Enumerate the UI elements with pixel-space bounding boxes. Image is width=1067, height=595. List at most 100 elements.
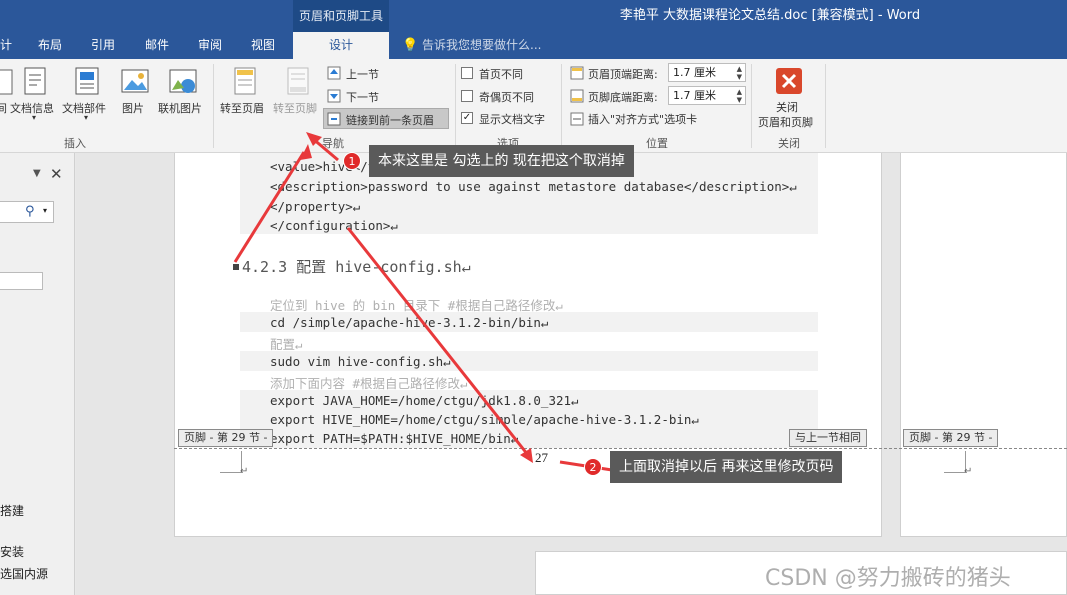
doc-line: sudo vim hive-config.sh↵ bbox=[270, 354, 451, 369]
spin-down-icon[interactable]: ▼ bbox=[737, 96, 742, 104]
search-icon: ⚲ bbox=[25, 204, 35, 219]
same-as-previous-tag: 与上一节相同 bbox=[789, 429, 867, 447]
date-time-icon[interactable] bbox=[0, 67, 16, 97]
alignment-tab-icon bbox=[570, 112, 584, 126]
link-icon bbox=[327, 112, 341, 126]
insert-group-label: 插入 bbox=[64, 137, 86, 150]
pane-dropdown-icon[interactable]: ▼ bbox=[33, 168, 41, 179]
close-button-line2[interactable]: 页眉和页脚 bbox=[758, 114, 813, 130]
group-separator bbox=[455, 64, 456, 148]
go-to-header-label: 转至页眉 bbox=[220, 102, 264, 115]
doc-line: cd /simple/apache-hive-3.1.2-bin/bin↵ bbox=[270, 315, 549, 330]
spin-up-icon[interactable]: ▲ bbox=[737, 88, 742, 96]
link-to-previous-label: 链接到前一条页眉 bbox=[346, 114, 434, 127]
doc-line: 配置↵ bbox=[270, 337, 303, 352]
show-document-text-label: 显示文档文字 bbox=[479, 113, 545, 126]
footer-boundary bbox=[174, 448, 1067, 449]
pane-result-box[interactable] bbox=[0, 272, 43, 290]
callout2-badge: 2 bbox=[584, 458, 602, 476]
margin-corner-mark bbox=[944, 451, 966, 473]
doc-line: export PATH=$PATH:$HIVE_HOME/bin↵ bbox=[270, 431, 519, 446]
callout1: 本来这里是 勾选上的 现在把这个取消掉 bbox=[369, 145, 634, 177]
doc-line: 添加下面内容 #根据自己路径修改↵ bbox=[270, 376, 468, 391]
code-line-text: <description>password to use against met… bbox=[270, 179, 797, 194]
tab-header-footer-design[interactable]: 设计 bbox=[293, 32, 389, 59]
navigation-group-label: 导航 bbox=[322, 137, 344, 150]
margin-corner-mark bbox=[220, 451, 242, 473]
spin-up-icon[interactable]: ▲ bbox=[737, 65, 742, 73]
close-button-line1[interactable]: 关闭 bbox=[776, 99, 798, 115]
group-separator bbox=[751, 64, 752, 148]
header-from-top-value: 1.7 厘米 bbox=[673, 66, 716, 79]
doc-line: export JAVA_HOME=/home/ctgu/jdk1.8.0_321… bbox=[270, 393, 579, 408]
doc-line: 定位到 hive 的 bin 目录下 #根据自己路径修改↵ bbox=[270, 298, 563, 313]
online-picture-label: 联机图片 bbox=[158, 102, 202, 115]
callout1-badge: 1 bbox=[343, 152, 361, 170]
date-time-label: 间 bbox=[0, 102, 7, 115]
next-section-button[interactable]: 下一节 bbox=[346, 89, 379, 105]
tab-design-partial[interactable]: 计 bbox=[0, 32, 14, 59]
lightbulb-icon: 💡 bbox=[402, 38, 419, 53]
callout2: 上面取消掉以后 再来这里修改页码 bbox=[610, 451, 843, 483]
online-picture-icon[interactable] bbox=[168, 66, 198, 96]
document-info-icon[interactable] bbox=[20, 66, 50, 96]
window-title: 李艳平 大数据课程论文总结.doc [兼容模式] - Word bbox=[619, 8, 921, 23]
previous-section-icon bbox=[327, 66, 341, 80]
picture-label: 图片 bbox=[122, 102, 144, 115]
doc-line: export HIVE_HOME=/home/ctgu/simple/apach… bbox=[270, 412, 699, 427]
heading-bullet bbox=[233, 264, 239, 270]
different-odd-even-label: 奇偶页不同 bbox=[479, 91, 534, 104]
pane-item[interactable]: 选国内源 bbox=[0, 565, 48, 582]
close-icon[interactable] bbox=[775, 67, 803, 95]
footer-position-icon bbox=[570, 89, 584, 103]
chevron-down-icon: ▾ bbox=[84, 113, 89, 122]
pane-item[interactable]: 搭建 bbox=[0, 502, 24, 519]
close-pane-icon[interactable]: ✕ bbox=[50, 165, 63, 183]
picture-icon[interactable] bbox=[120, 66, 150, 96]
quick-parts-icon[interactable] bbox=[72, 66, 102, 96]
footer-section-tag: 页脚 - 第 29 节 - bbox=[178, 429, 274, 447]
go-to-header-icon[interactable] bbox=[230, 66, 260, 96]
footer-section-tag-next: 页脚 - 第 29 节 - bbox=[903, 429, 999, 447]
link-to-previous-button[interactable]: 链接到前一条页眉 bbox=[323, 108, 449, 129]
tab-mailings[interactable]: 邮件 bbox=[137, 32, 177, 59]
go-to-footer-label: 转至页脚 bbox=[273, 102, 317, 115]
insert-alignment-tab-button[interactable]: 插入"对齐方式"选项卡 bbox=[588, 111, 697, 127]
spin-down-icon[interactable]: ▼ bbox=[737, 73, 742, 81]
next-section-icon bbox=[327, 89, 341, 103]
header-from-top-label: 页眉顶端距离: bbox=[588, 68, 658, 81]
tell-me-text: 告诉我您想要做什么... bbox=[422, 38, 542, 52]
tab-view[interactable]: 视图 bbox=[243, 32, 283, 59]
code-line: </property>↵ bbox=[270, 199, 361, 214]
chevron-down-icon: ▾ bbox=[43, 206, 48, 215]
tell-me-search[interactable]: 💡 告诉我您想要做什么... bbox=[402, 32, 541, 59]
header-from-top-spinner[interactable]: 1.7 厘米 ▲ ▼ bbox=[668, 63, 746, 82]
go-to-footer-icon[interactable] bbox=[283, 66, 313, 96]
code-line: </configuration>↵ bbox=[270, 218, 398, 233]
footer-from-bottom-spinner[interactable]: 1.7 厘米 ▲ ▼ bbox=[668, 86, 746, 105]
pane-item[interactable]: 安装 bbox=[0, 543, 24, 560]
different-first-page-label: 首页不同 bbox=[479, 68, 523, 81]
header-position-icon bbox=[570, 66, 584, 80]
code-line: <description>password to use against met… bbox=[270, 179, 797, 194]
show-document-text-checkbox[interactable]: ✓ bbox=[461, 112, 473, 124]
tab-references[interactable]: 引用 bbox=[83, 32, 123, 59]
group-separator bbox=[825, 64, 826, 148]
footer-from-bottom-value: 1.7 厘米 bbox=[673, 89, 716, 102]
group-separator bbox=[561, 64, 562, 148]
next-page[interactable] bbox=[900, 153, 1067, 537]
different-first-page-checkbox[interactable] bbox=[461, 67, 473, 79]
chevron-down-icon: ▾ bbox=[32, 113, 37, 122]
page-number[interactable]: 27 bbox=[535, 450, 548, 466]
watermark: CSDN @努力搬砖的猪头 bbox=[765, 566, 1011, 591]
close-group-label: 关闭 bbox=[778, 137, 800, 150]
header-footer-tools-label: 页眉和页脚工具 bbox=[293, 0, 389, 32]
position-group-label: 位置 bbox=[646, 137, 668, 150]
previous-section-button[interactable]: 上一节 bbox=[346, 66, 379, 82]
paragraph-mark: ↵ bbox=[964, 466, 973, 477]
tab-layout[interactable]: 布局 bbox=[30, 32, 70, 59]
tab-review[interactable]: 审阅 bbox=[190, 32, 230, 59]
pane-search-input[interactable]: ⚲ ▾ bbox=[0, 201, 54, 223]
group-separator bbox=[213, 64, 214, 148]
different-odd-even-checkbox[interactable] bbox=[461, 90, 473, 102]
